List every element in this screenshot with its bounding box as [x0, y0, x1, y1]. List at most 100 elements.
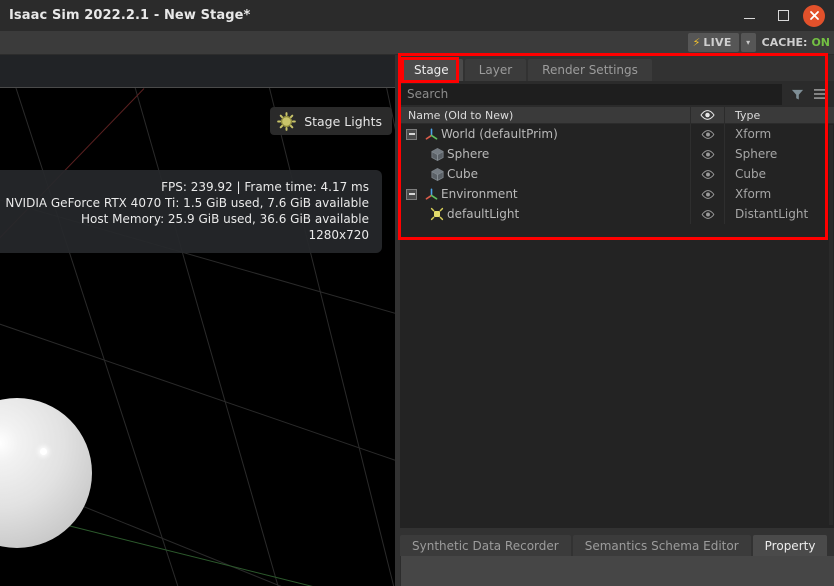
- filter-icon: [791, 89, 803, 100]
- lightning-bolt-icon: ⚡: [692, 36, 701, 49]
- stage-lights-icon: [277, 111, 297, 131]
- minimize-button[interactable]: [732, 0, 766, 31]
- z-axis-line: [39, 518, 395, 586]
- stat-host-memory: Host Memory: 25.9 GiB used, 36.6 GiB ava…: [81, 212, 369, 226]
- tab-layer[interactable]: Layer: [464, 59, 527, 81]
- chevron-down-icon: ▾: [746, 38, 751, 47]
- light-icon: [427, 206, 447, 222]
- viewport-stats-overlay: FPS: 239.92 | Frame time: 4.17 ms NVIDIA…: [0, 170, 382, 253]
- cache-state-value: ON: [811, 36, 830, 49]
- specular-highlight: [40, 448, 47, 455]
- grid-line: [129, 88, 301, 586]
- window-title: Isaac Sim 2022.2.1 - New Stage*: [9, 8, 251, 23]
- hamburger-menu-icon: [814, 89, 828, 99]
- minimize-icon: [743, 17, 755, 20]
- stat-fps: FPS: 239.92 | Frame time: 4.17 ms: [161, 180, 369, 194]
- tab-render-settings-label: Render Settings: [542, 63, 638, 77]
- tree-row-name-cell[interactable]: World (defaultPrim): [400, 124, 690, 144]
- tree-row-name-cell[interactable]: Cube: [400, 164, 690, 184]
- eye-icon: [701, 209, 714, 219]
- tree-row-type: Xform: [724, 124, 834, 144]
- tab-synthetic-data-recorder[interactable]: Synthetic Data Recorder: [400, 535, 571, 556]
- live-cache-group: ⚡ LIVE ▾ CACHE: ON: [687, 33, 830, 52]
- stage-search-row: [400, 81, 834, 107]
- stage-lights-button[interactable]: Stage Lights: [270, 107, 392, 135]
- eye-icon: [700, 110, 715, 120]
- filter-button[interactable]: [788, 88, 806, 101]
- tab-semantics-schema-editor-label: Semantics Schema Editor: [584, 538, 739, 553]
- live-button[interactable]: ⚡ LIVE: [687, 33, 739, 52]
- tree-row-type: Sphere: [724, 144, 834, 164]
- tree-row-type: Xform: [724, 184, 834, 204]
- mesh-cube-icon: [427, 147, 447, 162]
- viewport-3d-scene[interactable]: [0, 88, 395, 586]
- panel-menu-button[interactable]: [812, 88, 830, 100]
- table-row[interactable]: Cube Cube: [400, 164, 834, 184]
- tab-layer-label: Layer: [478, 63, 513, 77]
- eye-icon: [701, 169, 714, 179]
- viewport-toolbar[interactable]: [0, 55, 395, 88]
- maximize-button[interactable]: [766, 0, 800, 31]
- column-header-type[interactable]: Type: [724, 107, 834, 123]
- search-input[interactable]: [400, 83, 782, 105]
- table-row[interactable]: defaultLight DistantLight: [400, 204, 834, 224]
- eye-icon: [701, 149, 714, 159]
- tree-row-label: World (defaultPrim): [441, 127, 558, 141]
- tree-row-name-cell[interactable]: Sphere: [400, 144, 690, 164]
- right-panel: Stage Layer Render Settings Search Name …: [395, 55, 834, 586]
- tree-row-name-cell[interactable]: Environment: [400, 184, 690, 204]
- cache-status[interactable]: CACHE: ON: [756, 33, 830, 52]
- stat-resolution: 1280x720: [308, 228, 369, 242]
- stage-tree[interactable]: World (defaultPrim) Xform Sphere Sphere …: [400, 124, 834, 528]
- property-panel-content: [400, 556, 834, 586]
- cache-label: CACHE:: [761, 36, 808, 49]
- grid-line: [384, 88, 395, 586]
- visibility-toggle[interactable]: [690, 184, 724, 204]
- grid-line: [264, 88, 395, 586]
- viewport[interactable]: Stage Lights FPS: 239.92 | Frame time: 4…: [0, 55, 395, 586]
- eye-icon: [701, 189, 714, 199]
- stage-lights-label: Stage Lights: [304, 113, 382, 129]
- close-icon: [809, 11, 819, 20]
- stage-tree-header: Name (Old to New) Type: [400, 107, 834, 124]
- tree-row-type: DistantLight: [724, 204, 834, 224]
- window-controls: [732, 0, 834, 31]
- stage-panel-tabs: Stage Layer Render Settings: [400, 58, 834, 81]
- expander-toggle[interactable]: [406, 188, 417, 200]
- tree-row-label: Environment: [441, 187, 518, 201]
- tab-property[interactable]: Property: [752, 535, 828, 556]
- tab-synthetic-data-recorder-label: Synthetic Data Recorder: [412, 538, 559, 553]
- visibility-toggle[interactable]: [690, 164, 724, 184]
- sphere-mesh[interactable]: [0, 398, 92, 548]
- maximize-icon: [777, 10, 789, 21]
- visibility-toggle[interactable]: [690, 124, 724, 144]
- tree-row-name-cell[interactable]: defaultLight: [400, 204, 690, 224]
- tree-row-label: Cube: [447, 167, 478, 181]
- table-row[interactable]: Sphere Sphere: [400, 144, 834, 164]
- top-toolbar: ⚡ LIVE ▾ CACHE: ON: [0, 31, 834, 55]
- column-header-visibility[interactable]: [690, 107, 724, 123]
- expander-toggle[interactable]: [406, 128, 417, 140]
- isaac-sim-window: Isaac Sim 2022.2.1 - New Stage* ⚡ LIVE ▾: [0, 0, 834, 586]
- title-bar: Isaac Sim 2022.2.1 - New Stage*: [0, 0, 834, 31]
- close-button[interactable]: [803, 4, 825, 27]
- visibility-toggle[interactable]: [690, 204, 724, 224]
- stage-tree-scrollbar[interactable]: [829, 125, 833, 525]
- xform-axis-icon: [421, 187, 441, 202]
- mesh-cube-icon: [427, 167, 447, 182]
- tab-semantics-schema-editor[interactable]: Semantics Schema Editor: [572, 535, 751, 556]
- table-row[interactable]: World (defaultPrim) Xform: [400, 124, 834, 144]
- column-header-name[interactable]: Name (Old to New): [400, 109, 690, 122]
- live-label: LIVE: [703, 36, 732, 49]
- table-row[interactable]: Environment Xform: [400, 184, 834, 204]
- visibility-toggle[interactable]: [690, 144, 724, 164]
- tab-stage[interactable]: Stage: [400, 59, 463, 81]
- tab-stage-label: Stage: [414, 63, 449, 77]
- stat-gpu: NVIDIA GeForce RTX 4070 Ti: 1.5 GiB used…: [5, 196, 369, 210]
- eye-icon: [701, 129, 714, 139]
- live-dropdown-button[interactable]: ▾: [740, 33, 756, 52]
- tree-row-label: defaultLight: [447, 207, 520, 221]
- tab-render-settings[interactable]: Render Settings: [528, 59, 652, 81]
- bottom-panel-tabs: Synthetic Data Recorder Semantics Schema…: [400, 535, 834, 556]
- tree-row-label: Sphere: [447, 147, 490, 161]
